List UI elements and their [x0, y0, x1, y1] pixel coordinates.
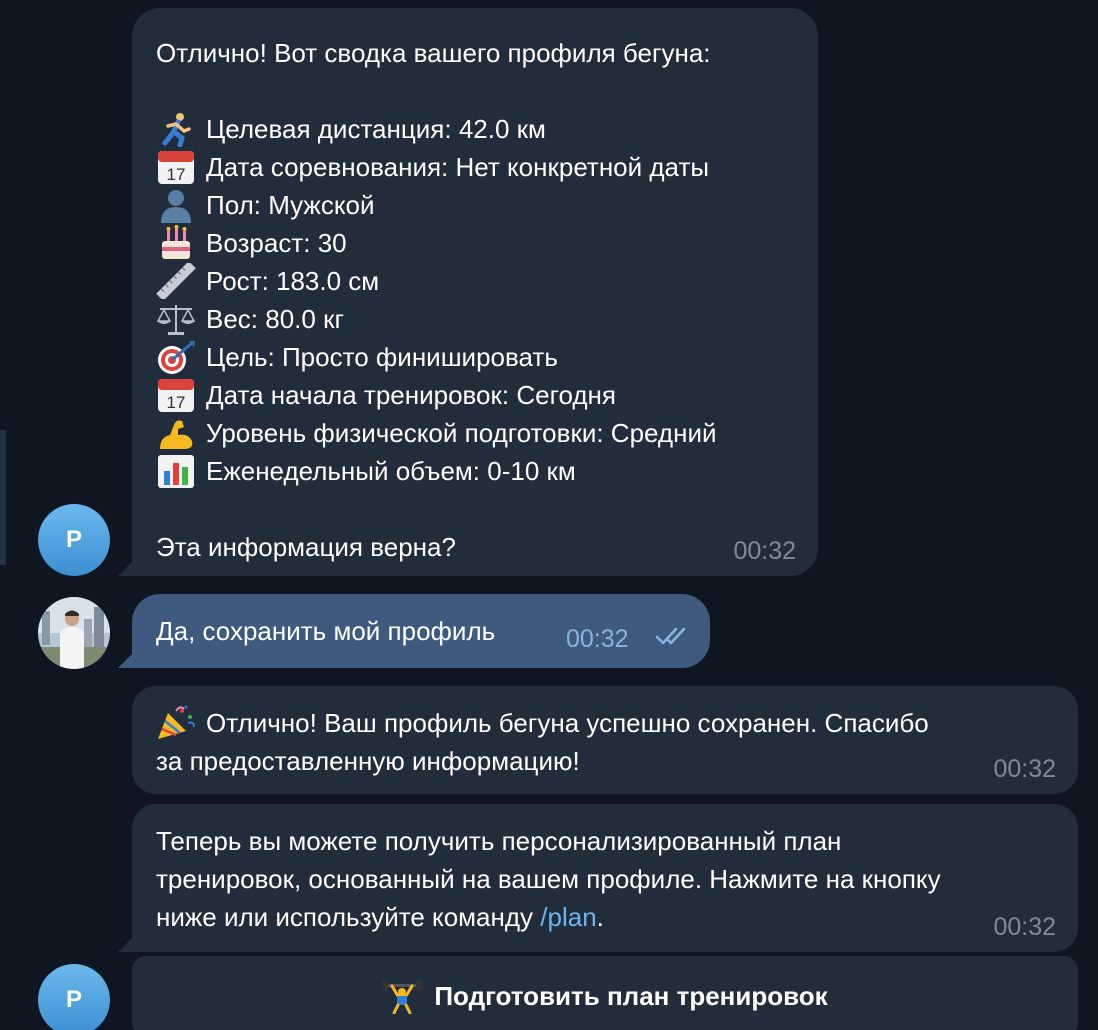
- list-item: 17 Дата соревнования: Нет конкретной дат…: [156, 148, 717, 186]
- prepare-training-plan-button[interactable]: Подготовить план тренировок: [132, 956, 1078, 1030]
- bot-avatar[interactable]: P: [38, 504, 110, 576]
- list-item: Еженедельный объем: 0-10 км: [156, 452, 717, 490]
- list-item: Возраст: 30: [156, 224, 717, 262]
- calendar-icon: 17: [156, 149, 196, 185]
- person-silhouette-icon: [156, 187, 196, 223]
- message-time: 00:32: [733, 537, 796, 565]
- double-check-read-icon: [654, 624, 696, 648]
- user-reply-text: Да, сохранить мой профиль: [156, 616, 496, 646]
- list-item: Уровень физической подготовки: Средний: [156, 414, 717, 452]
- svg-text:17: 17: [167, 165, 186, 184]
- flexed-biceps-icon: [156, 415, 196, 451]
- bot-avatar[interactable]: P: [38, 964, 110, 1030]
- chat-list-edge: [0, 430, 6, 565]
- user-avatar[interactable]: [38, 597, 110, 669]
- user-reply-message: Да, сохранить мой профиль 00:32: [132, 594, 710, 668]
- runner-icon: [156, 111, 196, 147]
- target-icon: [156, 339, 196, 375]
- list-item: Целевая дистанция: 42.0 км: [156, 110, 717, 148]
- party-popper-icon: [156, 705, 196, 741]
- prepare-training-plan-label: Подготовить план тренировок: [434, 980, 828, 1011]
- plan-hint-message: Теперь вы можете получить персонализиров…: [132, 804, 1078, 952]
- calendar-icon: 17: [156, 377, 196, 413]
- summary-question: Эта информация верна?: [156, 532, 456, 562]
- list-item: Пол: Мужской: [156, 186, 717, 224]
- list-item: Рост: 183.0 см: [156, 262, 717, 300]
- birthday-cake-icon: [156, 225, 196, 261]
- scales-icon: [156, 301, 196, 337]
- message-time: 00:32: [993, 913, 1056, 941]
- ruler-icon: [156, 263, 196, 299]
- profile-summary-message: Отлично! Вот сводка вашего профиля бегун…: [132, 8, 818, 576]
- plan-command-link[interactable]: /plan: [540, 898, 596, 936]
- profile-saved-message: Отлично! Ваш профиль бегуна успешно сохр…: [132, 686, 1078, 794]
- message-time: 00:32: [993, 755, 1056, 783]
- weightlifter-icon: [382, 978, 423, 1014]
- bar-chart-icon: [156, 453, 196, 489]
- list-item: 17 Дата начала тренировок: Сегодня: [156, 376, 717, 414]
- svg-text:17: 17: [167, 393, 186, 412]
- summary-intro: Отлично! Вот сводка вашего профиля бегун…: [156, 38, 711, 68]
- message-time: 00:32: [566, 625, 629, 653]
- list-item: Цель: Просто финишировать: [156, 338, 717, 376]
- list-item: Вес: 80.0 кг: [156, 300, 717, 338]
